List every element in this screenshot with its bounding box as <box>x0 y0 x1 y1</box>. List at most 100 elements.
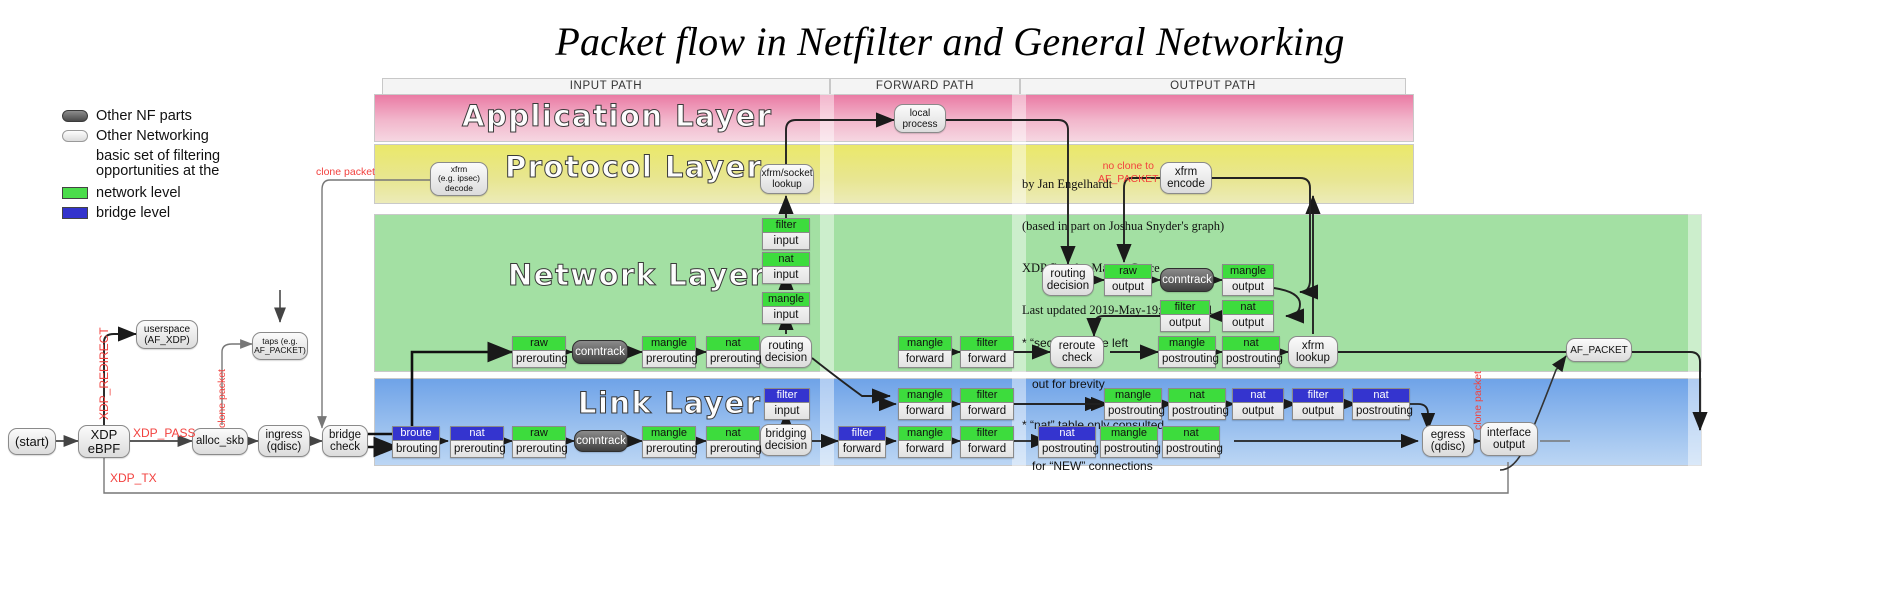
legend-note-line1: basic set of filtering <box>96 148 221 164</box>
tbox-table: nat <box>1039 427 1095 441</box>
tbox-chain: forward <box>961 441 1013 457</box>
tbox-filter-forward-link-lower[interactable]: filter forward <box>960 426 1014 458</box>
node-local-process[interactable]: local process <box>894 104 946 133</box>
tbox-filter-output[interactable]: filter output <box>1160 300 1210 332</box>
tbox-filter-forward-net[interactable]: filter forward <box>960 336 1014 368</box>
tbox-table: nat <box>1169 389 1225 403</box>
tbox-chain: output <box>1105 279 1151 295</box>
node-xfrm-lookup[interactable]: xfrm lookup <box>1288 336 1338 368</box>
light-pill-icon <box>62 129 88 142</box>
diagram-canvas: Packet flow in Netfilter and General Net… <box>0 0 1900 605</box>
no-clone-line-2: AF_PACKET <box>1098 173 1159 185</box>
node-xdp-ebpf[interactable]: XDP eBPF <box>78 425 130 458</box>
node-interface-output[interactable]: interface output <box>1480 422 1538 456</box>
path-header-input: INPUT PATH <box>382 78 830 94</box>
tbox-raw-output[interactable]: raw output <box>1104 264 1152 296</box>
green-swatch-icon <box>62 186 88 199</box>
tbox-table: filter <box>765 389 809 403</box>
node-ingress-qdisc[interactable]: ingress (qdisc) <box>258 425 310 457</box>
tbox-chain: forward <box>899 403 951 419</box>
node-start[interactable]: (start) <box>8 428 56 455</box>
tbox-chain: prerouting <box>513 351 568 367</box>
tbox-chain: forward <box>961 403 1013 419</box>
tbox-chain: forward <box>899 441 951 457</box>
tbox-mangle-prerouting-link[interactable]: mangle prerouting <box>642 426 698 458</box>
node-xfrm-encode[interactable]: xfrm encode <box>1160 162 1212 194</box>
node-routing-decision-output[interactable]: routing decision <box>1042 264 1094 296</box>
tbox-chain: output <box>1293 403 1343 419</box>
tbox-mangle-forward-net[interactable]: mangle forward <box>898 336 952 368</box>
tbox-chain: postrouting <box>1159 351 1219 367</box>
node-af-packet[interactable]: AF_PACKET <box>1566 338 1632 362</box>
tbox-broute-brouting[interactable]: broute brouting <box>392 426 440 458</box>
node-conntrack-network-input[interactable]: conntrack <box>572 340 628 364</box>
edge-label-xdp-redirect: XDP_REDIRECT <box>97 327 111 420</box>
tbox-nat-postrouting-link-lower-2[interactable]: nat postrouting <box>1162 426 1223 458</box>
tbox-chain: prerouting <box>643 441 698 457</box>
edge-label-clone-packet-left: clone packet <box>316 166 375 178</box>
tbox-nat-prerouting[interactable]: nat prerouting <box>706 336 762 368</box>
tbox-mangle-output[interactable]: mangle output <box>1222 264 1274 296</box>
tbox-mangle-postrouting-link-lower[interactable]: mangle postrouting <box>1100 426 1161 458</box>
tbox-mangle-forward-link-upper[interactable]: mangle forward <box>898 388 952 420</box>
tbox-chain: postrouting <box>1169 403 1229 419</box>
node-bridge-check[interactable]: bridge check <box>322 425 368 457</box>
tbox-chain: postrouting <box>1101 441 1161 457</box>
layer-label-protocol: Protocol Layer <box>504 150 763 185</box>
tbox-table: filter <box>961 337 1013 351</box>
tbox-nat-postrouting-bridge[interactable]: nat postrouting <box>1352 388 1413 420</box>
tbox-table: mangle <box>899 427 951 441</box>
credits-line-2: (based in part on Joshua Snyder's graph) <box>1022 219 1225 233</box>
tbox-nat-prerouting-bridge[interactable]: nat prerouting <box>450 426 506 458</box>
tbox-table: nat <box>451 427 503 441</box>
tbox-table: mangle <box>1101 427 1157 441</box>
node-userspace-af-xdp[interactable]: userspace (AF_XDP) <box>136 320 198 349</box>
tbox-mangle-forward-link-lower[interactable]: mangle forward <box>898 426 952 458</box>
path-header-output: OUTPUT PATH <box>1020 78 1406 94</box>
layer-label-network: Network Layer <box>508 258 766 293</box>
tbox-nat-postrouting-link-1[interactable]: nat postrouting <box>1168 388 1229 420</box>
tbox-mangle-postrouting-net[interactable]: mangle postrouting <box>1158 336 1219 368</box>
tbox-table: mangle <box>643 337 695 351</box>
node-bridging-decision[interactable]: bridging decision <box>760 424 812 456</box>
legend-label: Other NF parts <box>96 107 192 124</box>
tbox-mangle-input[interactable]: mangle input <box>762 292 810 324</box>
node-routing-decision-input[interactable]: routing decision <box>760 336 812 368</box>
tbox-chain: prerouting <box>643 351 698 367</box>
tbox-filter-forward-link-upper[interactable]: filter forward <box>960 388 1014 420</box>
tbox-raw-prerouting-link[interactable]: raw prerouting <box>512 426 568 458</box>
tbox-chain: forward <box>839 441 885 457</box>
tbox-nat-output-bridge[interactable]: nat output <box>1232 388 1284 420</box>
node-reroute-check[interactable]: reroute check <box>1050 336 1104 368</box>
tbox-table: mangle <box>763 293 809 307</box>
tbox-raw-prerouting[interactable]: raw prerouting <box>512 336 568 368</box>
tbox-table: filter <box>763 219 809 233</box>
tbox-filter-output-bridge[interactable]: filter output <box>1292 388 1344 420</box>
legend-label: bridge level <box>96 204 171 221</box>
tbox-table: raw <box>513 427 565 441</box>
tbox-filter-input-bridge[interactable]: filter input <box>764 388 810 420</box>
node-egress-qdisc[interactable]: egress (qdisc) <box>1422 425 1474 457</box>
node-xfrm-decode[interactable]: xfrm (e.g. ipsec) decode <box>430 162 488 196</box>
tbox-chain: prerouting <box>513 441 568 457</box>
edge-label-no-clone-af-packet: no clone to AF_PACKET <box>1098 160 1159 186</box>
tbox-mangle-postrouting-link-1[interactable]: mangle postrouting <box>1104 388 1165 420</box>
tbox-filter-input[interactable]: filter input <box>762 218 810 250</box>
node-conntrack-link-input[interactable]: conntrack <box>574 430 628 452</box>
legend-item-network-level: network level <box>62 183 312 202</box>
tbox-mangle-prerouting[interactable]: mangle prerouting <box>642 336 698 368</box>
tbox-table: mangle <box>899 389 951 403</box>
node-conntrack-output[interactable]: conntrack <box>1160 268 1214 292</box>
tbox-nat-postrouting-net[interactable]: nat postrouting <box>1222 336 1283 368</box>
node-alloc-skb[interactable]: alloc_skb <box>192 428 248 455</box>
tbox-chain: output <box>1233 403 1283 419</box>
tbox-nat-prerouting-link[interactable]: nat prerouting <box>706 426 762 458</box>
node-xfrm-socket-lookup[interactable]: xfrm/socket lookup <box>760 164 814 194</box>
tbox-nat-input[interactable]: nat input <box>762 252 810 284</box>
tbox-nat-output[interactable]: nat output <box>1222 300 1274 332</box>
tbox-chain: postrouting <box>1353 403 1413 419</box>
tbox-filter-forward-bridge[interactable]: filter forward <box>838 426 886 458</box>
tbox-nat-postrouting-link-lower-1[interactable]: nat postrouting <box>1038 426 1099 458</box>
node-taps-af-packet[interactable]: taps (e.g. AF_PACKET) <box>252 332 308 360</box>
tbox-table: mangle <box>1159 337 1215 351</box>
